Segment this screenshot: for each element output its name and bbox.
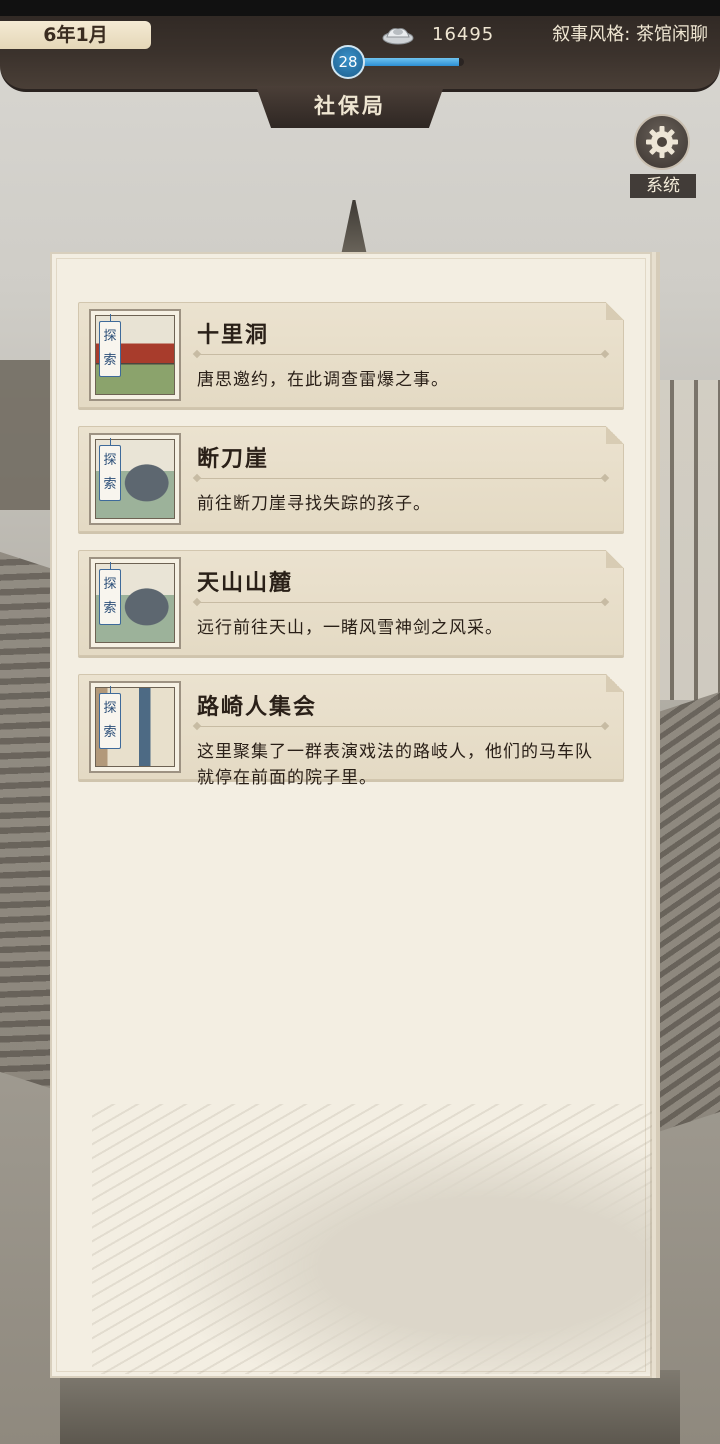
quest-title: 天山山麓 <box>197 571 294 596</box>
quest-thumbnail: 探索 <box>89 681 181 773</box>
silver-ingot-icon <box>382 28 414 45</box>
quest-description: 远行前往天山，一睹风雪神剑之风采。 <box>197 618 503 638</box>
quest-thumbnail: 探索 <box>89 557 181 649</box>
quest-item-shilidong[interactable]: 探索 十里洞 唐思邀约，在此调查雷爆之事。 <box>78 302 624 408</box>
pagoda-spire <box>340 200 368 260</box>
panel-watermark-art <box>92 1104 652 1374</box>
rooftop-right <box>640 682 720 1138</box>
divider <box>197 602 605 603</box>
explore-tag: 探索 <box>99 314 121 377</box>
location-title: 社保局 <box>256 86 444 128</box>
experience-bar <box>356 58 464 66</box>
quest-item-luqi-gathering[interactable]: 探索 路崎人集会 这里聚集了一群表演戏法的路岐人，他们的马车队就停在前面的院子里… <box>78 674 624 788</box>
quest-description: 唐思邀约，在此调查雷爆之事。 <box>197 370 449 390</box>
explore-tag: 探索 <box>99 686 121 749</box>
narrative-style[interactable]: 叙事风格: 茶馆闲聊 <box>552 22 708 48</box>
quest-title: 十里洞 <box>197 323 270 348</box>
quest-title: 路崎人集会 <box>197 695 318 720</box>
divider <box>197 478 605 479</box>
quest-title: 断刀崖 <box>197 447 270 472</box>
date-display: 6年1月 <box>0 21 151 49</box>
quest-item-duandaoya[interactable]: 探索 断刀崖 前往断刀崖寻找失踪的孩子。 <box>78 426 624 532</box>
explore-tag: 探索 <box>99 562 121 625</box>
quest-description: 前往断刀崖寻找失踪的孩子。 <box>197 494 431 514</box>
status-strip <box>0 0 720 16</box>
experience-bar-fill <box>356 58 459 66</box>
building-right <box>650 380 720 700</box>
quest-thumbnail: 探索 <box>89 309 181 401</box>
divider <box>197 726 605 727</box>
quest-thumbnail: 探索 <box>89 433 181 525</box>
level-badge: 28 <box>331 45 365 79</box>
crowd-silhouettes <box>60 1370 680 1444</box>
silver-amount: 16495 <box>432 24 495 45</box>
quest-item-tianshan[interactable]: 探索 天山山麓 远行前往天山，一睹风雪神剑之风采。 <box>78 550 624 656</box>
system-button[interactable]: 系统 <box>630 112 696 202</box>
top-bar: 6年1月 16495 叙事风格: 茶馆闲聊 28 <box>0 0 720 92</box>
quest-description: 这里聚集了一群表演戏法的路岐人，他们的马车队就停在前面的院子里。 <box>197 742 593 788</box>
divider <box>197 354 605 355</box>
gear-icon[interactable] <box>634 114 690 170</box>
explore-tag: 探索 <box>99 438 121 501</box>
quest-panel: 探索 十里洞 唐思邀约，在此调查雷爆之事。 探索 断刀崖 前往断刀崖寻找失踪的孩… <box>50 252 652 1378</box>
system-label[interactable]: 系统 <box>630 174 696 198</box>
